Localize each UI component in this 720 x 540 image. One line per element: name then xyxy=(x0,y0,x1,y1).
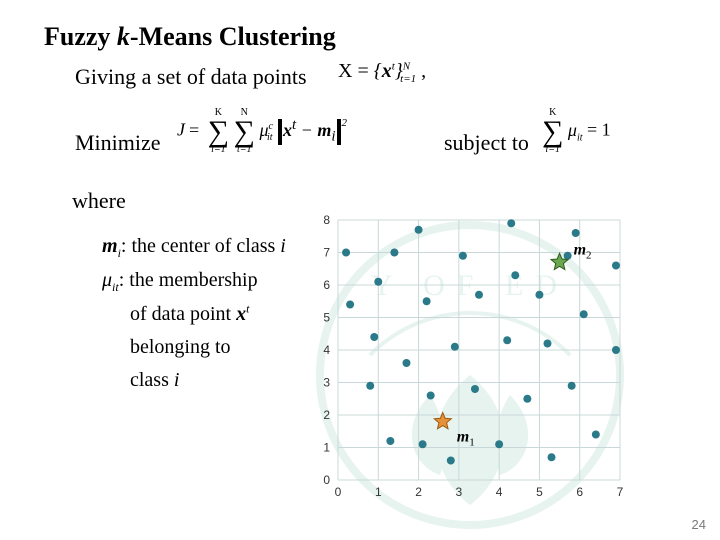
svg-text:4: 4 xyxy=(496,485,503,499)
svg-text:0: 0 xyxy=(335,485,342,499)
svg-text:4: 4 xyxy=(323,343,330,357)
minimize-label: Minimize xyxy=(75,130,161,156)
svg-text:3: 3 xyxy=(323,376,330,390)
svg-text:8: 8 xyxy=(323,213,330,227)
svg-text:m2: m2 xyxy=(574,241,592,261)
def-mu: μit: the membership xyxy=(102,264,286,298)
svg-text:1: 1 xyxy=(323,441,330,455)
formula-objective: J= K ∑ i=1 N ∑ t=1 μcit xt − mi2 xyxy=(177,108,347,155)
def-mu-2: of data point xt xyxy=(102,298,286,331)
page-number: 24 xyxy=(692,517,706,532)
svg-text:6: 6 xyxy=(576,485,583,499)
definition-block: mi: the center of class i μit: the membe… xyxy=(102,230,286,397)
scatter-chart: m1 m2 0 1 2 3 4 5 6 7 0 1 2 3 4 5 6 7 8 xyxy=(310,212,630,502)
intro-line: Giving a set of data points xyxy=(75,64,307,90)
title-k: k xyxy=(117,22,130,51)
where-label: where xyxy=(72,188,126,214)
def-mu-4: class i xyxy=(102,364,286,397)
sum-inner: N ∑ t=1 xyxy=(234,108,255,155)
svg-text:5: 5 xyxy=(323,311,330,325)
svg-text:0: 0 xyxy=(323,473,330,487)
svg-text:2: 2 xyxy=(415,485,422,499)
sum-outer: K ∑ i=1 xyxy=(208,108,229,155)
title-part-b: -Means Clustering xyxy=(130,22,336,51)
def-mi: mi: the center of class i xyxy=(102,230,286,264)
svg-text:6: 6 xyxy=(323,278,330,292)
def-mu-3: belonging to xyxy=(102,331,286,364)
svg-text:7: 7 xyxy=(617,485,624,499)
svg-text:m1: m1 xyxy=(457,429,475,449)
slide-title: Fuzzy k-Means Clustering xyxy=(44,22,336,52)
svg-text:7: 7 xyxy=(323,246,330,260)
svg-text:3: 3 xyxy=(456,485,463,499)
svg-text:2: 2 xyxy=(323,408,330,422)
formula-dataset: X = {xt}Nt=1 , xyxy=(338,60,426,85)
title-part-a: Fuzzy xyxy=(44,22,117,51)
subject-to-label: subject to xyxy=(444,130,529,156)
formula-constraint: K ∑ i=1 μit = 1 xyxy=(542,108,611,155)
svg-text:5: 5 xyxy=(536,485,543,499)
svg-text:1: 1 xyxy=(375,485,382,499)
